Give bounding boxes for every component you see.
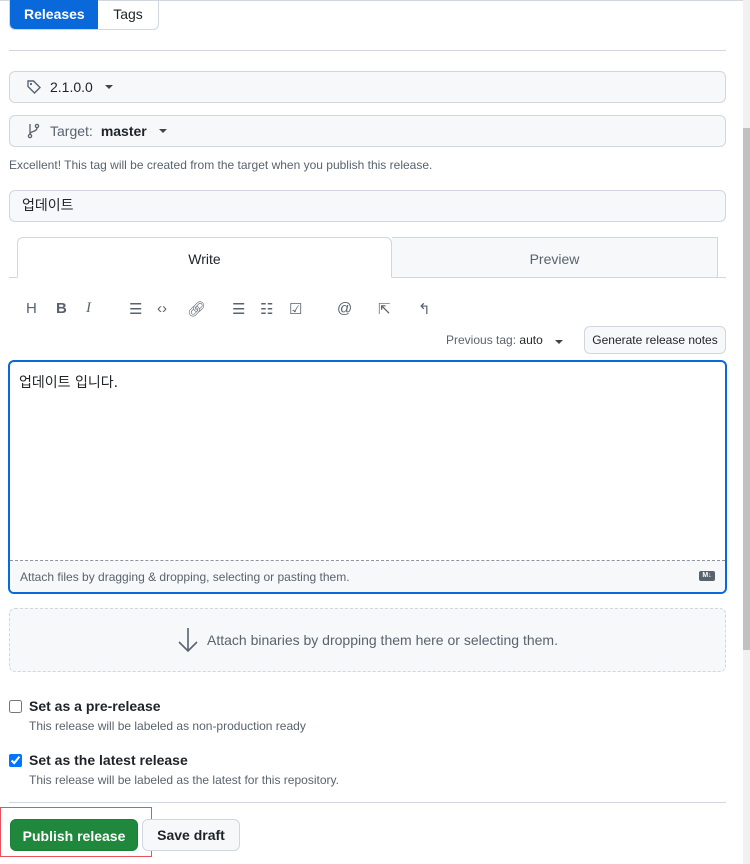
- bold-icon[interactable]: B: [56, 300, 67, 317]
- code-icon[interactable]: ‹›: [157, 300, 167, 317]
- prerelease-note: This release will be labeled as non-prod…: [29, 719, 306, 733]
- divider: [9, 50, 726, 51]
- chevron-down-icon: [104, 85, 113, 89]
- release-body-editor: 업데이트 입니다. Attach files by dragging & dro…: [8, 360, 727, 594]
- scrollbar-thumb[interactable]: [743, 128, 750, 650]
- mention-icon[interactable]: @: [337, 300, 352, 317]
- attach-files-text: Attach files by dragging & dropping, sel…: [20, 570, 350, 584]
- target-value: master: [100, 123, 147, 139]
- previous-tag-value: auto: [519, 333, 543, 347]
- chevron-down-icon: [554, 340, 563, 344]
- prerelease-label: Set as a pre-release: [29, 698, 161, 714]
- tag-value: 2.1.0.0: [50, 79, 93, 95]
- task-list-icon[interactable]: ☑: [289, 300, 302, 318]
- prerelease-checkbox[interactable]: [9, 699, 22, 713]
- chevron-down-icon: [158, 129, 167, 133]
- editor-tabs: Write Preview: [9, 237, 726, 278]
- save-draft-button[interactable]: Save draft: [142, 819, 240, 851]
- tab-releases[interactable]: Releases: [10, 0, 98, 29]
- latest-checkbox[interactable]: [9, 753, 22, 767]
- generate-release-notes-button[interactable]: Generate release notes: [584, 326, 726, 354]
- cross-reference-icon[interactable]: ⇱: [378, 300, 391, 318]
- previous-tag-label: Previous tag:: [446, 333, 517, 347]
- previous-tag-select[interactable]: Previous tag: auto: [446, 333, 563, 347]
- tab-tags[interactable]: Tags: [98, 0, 158, 29]
- latest-label: Set as the latest release: [29, 752, 188, 768]
- divider: [9, 802, 726, 803]
- git-branch-icon: [27, 123, 40, 139]
- highlight-box: [0, 807, 152, 857]
- reply-icon[interactable]: ↰: [418, 300, 431, 318]
- release-body-textarea[interactable]: 업데이트 입니다.: [10, 362, 725, 561]
- unordered-list-icon[interactable]: ☰: [232, 300, 245, 318]
- attach-binaries-dropzone[interactable]: Attach binaries by dropping them here or…: [9, 608, 726, 672]
- heading-icon[interactable]: H: [26, 300, 37, 317]
- target-select[interactable]: Target: master: [9, 115, 726, 147]
- link-icon[interactable]: 🔗︎: [187, 300, 206, 318]
- quote-icon[interactable]: ☰: [129, 300, 142, 318]
- markdown-icon[interactable]: M↓: [699, 571, 715, 581]
- tab-preview[interactable]: Preview: [392, 237, 718, 278]
- tag-select[interactable]: 2.1.0.0: [9, 71, 726, 103]
- attach-binaries-text: Attach binaries by dropping them here or…: [207, 632, 558, 648]
- latest-note: This release will be labeled as the late…: [29, 773, 339, 787]
- arrow-down-icon: [178, 628, 198, 653]
- prerelease-checkbox-row[interactable]: Set as a pre-release: [9, 698, 161, 714]
- tab-write[interactable]: Write: [17, 237, 392, 278]
- latest-checkbox-row[interactable]: Set as the latest release: [9, 752, 188, 768]
- target-label: Target:: [50, 123, 93, 139]
- scrollbar[interactable]: [743, 0, 750, 864]
- releases-tags-toggle: Releases Tags: [9, 0, 159, 30]
- attach-files-bar[interactable]: Attach files by dragging & dropping, sel…: [10, 561, 725, 592]
- tag-icon: [27, 80, 41, 94]
- release-title-input[interactable]: 업데이트: [9, 190, 726, 222]
- italic-icon[interactable]: I: [86, 300, 91, 317]
- tag-note: Excellent! This tag will be created from…: [9, 158, 433, 172]
- ordered-list-icon[interactable]: ☷: [260, 300, 273, 318]
